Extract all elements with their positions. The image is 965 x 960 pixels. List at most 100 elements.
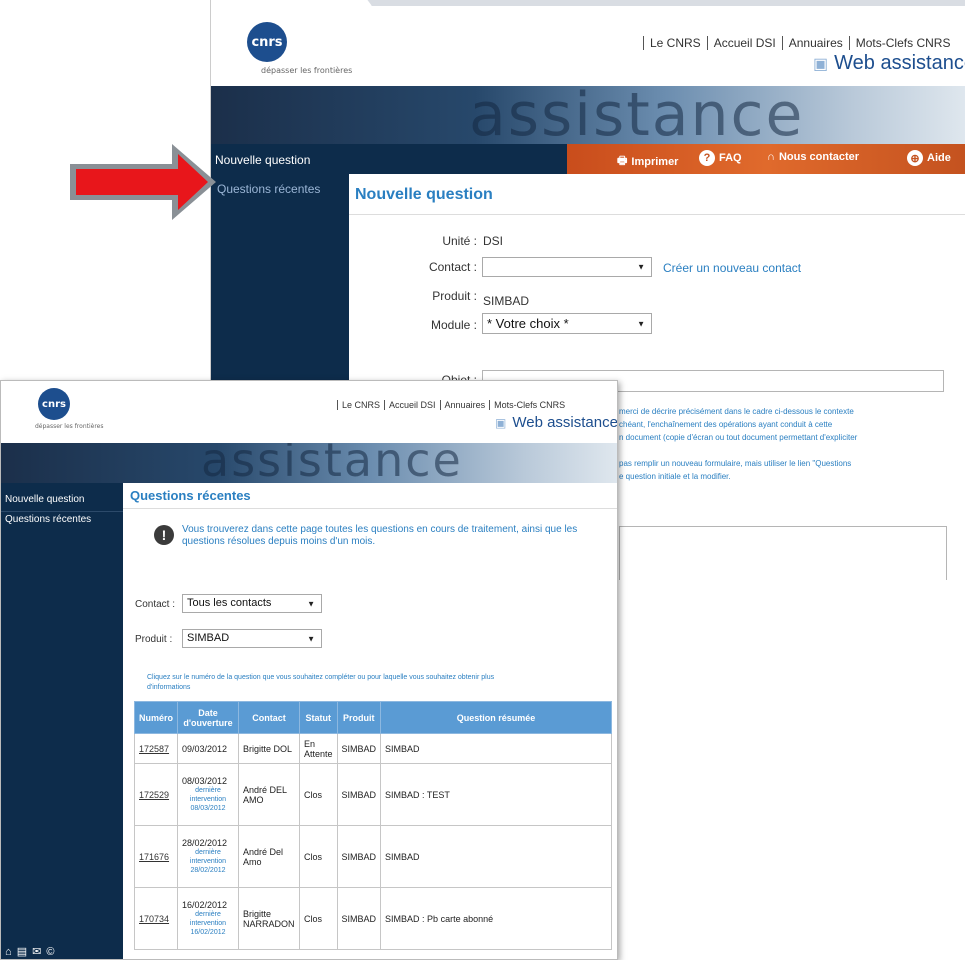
cell-number: 171676 xyxy=(134,825,178,888)
sidebar-item-new-question-top[interactable]: Nouvelle question xyxy=(215,153,310,167)
help-line: pas remplir un nouveau formulaire, mais … xyxy=(619,459,852,468)
product-filter-value: SIMBAD xyxy=(187,632,230,644)
info-line: Vous trouverez dans cette page toutes le… xyxy=(182,524,578,535)
cell-summary: SIMBAD : Pb carte abonné xyxy=(380,887,612,950)
footer-icons[interactable]: ⌂ ▤ ✉ © xyxy=(5,945,56,958)
lock-icon: ▣ xyxy=(813,56,829,73)
contact-label: Nous contacter xyxy=(778,151,860,163)
chevron-down-icon: ▼ xyxy=(307,599,315,608)
contact-button[interactable]: ∩ Nous contacter xyxy=(767,151,859,163)
note-line: d'informations xyxy=(147,684,191,691)
col-header-date[interactable]: Date d'ouverture xyxy=(177,701,239,734)
cell-date: 16/02/2012 dernière intervention 16/02/2… xyxy=(177,887,239,950)
cell-summary: SIMBAD : TEST xyxy=(380,763,612,826)
unit-label: Unité : xyxy=(442,234,477,248)
cell-number: 170734 xyxy=(134,887,178,950)
faq-button[interactable]: ? FAQ xyxy=(699,150,742,166)
last-intervention-date: 28/02/2012 xyxy=(190,867,226,874)
question-number-link[interactable]: 172529 xyxy=(139,790,169,800)
table-row: 172587 09/03/2012 Brigitte DOL En Attent… xyxy=(134,733,612,764)
contact-filter-select[interactable]: Tous les contacts ▼ xyxy=(182,594,322,613)
cell-contact: Brigitte DOL xyxy=(238,733,300,764)
help-label: Aide xyxy=(927,152,951,164)
cell-status: Clos xyxy=(299,825,338,888)
create-contact-link[interactable]: Créer un nouveau contact xyxy=(663,261,801,275)
unit-value: DSI xyxy=(483,234,504,248)
contact-select[interactable]: ▼ xyxy=(482,257,652,277)
link-le-cnrs[interactable]: Le CNRS xyxy=(337,400,384,410)
banner-word: assistance xyxy=(201,443,463,483)
help-line: chéant, l'enchaînement des opérations ay… xyxy=(619,420,833,429)
sidebar-item-new-question[interactable]: Nouvelle question xyxy=(1,483,123,505)
open-date: 08/03/2012 xyxy=(182,776,228,786)
help-button[interactable]: ⊕ Aide xyxy=(907,150,951,166)
last-intervention-label: intervention xyxy=(189,858,227,865)
help-line: n document (copie d'écran ou tout docume… xyxy=(619,433,858,442)
help-line xyxy=(619,444,964,457)
sidebar-item-recent-questions[interactable]: Questions récentes xyxy=(1,512,123,525)
sidebar: Nouvelle question Questions récentes ⌂ ▤… xyxy=(1,483,123,959)
last-intervention-label: dernière xyxy=(195,787,221,794)
link-le-cnrs[interactable]: Le CNRS xyxy=(643,36,707,50)
link-accueil-dsi[interactable]: Accueil DSI xyxy=(384,400,440,410)
link-mots-clefs[interactable]: Mots-Clefs CNRS xyxy=(489,400,569,410)
cnrs-logo-icon[interactable]: cnrs xyxy=(247,22,287,62)
printer-icon: 🖶 xyxy=(617,155,628,167)
chevron-down-icon: ▼ xyxy=(637,262,645,272)
col-header-number[interactable]: Numéro xyxy=(134,701,178,734)
cnrs-logo-icon[interactable]: cnrs xyxy=(38,388,70,420)
cell-status: Clos xyxy=(299,763,338,826)
question-number-link[interactable]: 172587 xyxy=(139,744,169,754)
cell-date: 28/02/2012 dernière intervention 28/02/2… xyxy=(177,825,239,888)
product-filter-select[interactable]: SIMBAD ▼ xyxy=(182,629,322,648)
table-header-row: Numéro Date d'ouverture Contact Statut P… xyxy=(134,701,612,734)
col-header-summary[interactable]: Question résumée xyxy=(380,701,612,734)
print-button[interactable]: 🖶 Imprimer xyxy=(617,152,678,171)
cell-product: SIMBAD xyxy=(336,733,382,764)
last-intervention-label: dernière xyxy=(195,911,221,918)
info-line: questions résolues depuis moins d'un moi… xyxy=(182,536,376,547)
description-textarea[interactable] xyxy=(619,526,947,580)
cell-product: SIMBAD xyxy=(336,763,382,826)
info-text: Vous trouverez dans cette page toutes le… xyxy=(182,524,602,548)
front-window-recent-questions: cnrs dépasser les frontières Le CNRS Acc… xyxy=(0,380,618,960)
web-assistance-label: Web assistance xyxy=(512,414,618,431)
link-annuaires[interactable]: Annuaires xyxy=(439,400,490,410)
top-links: Le CNRS Accueil DSI Annuaires Mots-Clefs… xyxy=(337,400,569,410)
print-label: Imprimer xyxy=(631,155,679,168)
help-line: merci de décrire précisément dans le cad… xyxy=(619,407,854,416)
banner: assistance xyxy=(1,443,617,483)
product-label: Produit : xyxy=(135,634,173,645)
logo-tagline: dépasser les frontières xyxy=(261,66,353,75)
col-header-product[interactable]: Produit xyxy=(336,701,382,734)
cell-summary: SIMBAD xyxy=(380,825,612,888)
lock-icon: ▣ xyxy=(495,416,507,430)
table-row: 172529 08/03/2012 dernière intervention … xyxy=(134,763,612,826)
module-select-value: * Votre choix * xyxy=(487,316,569,331)
web-assistance-label: Web assistance xyxy=(834,52,965,74)
info-icon: ! xyxy=(154,525,174,545)
table-row: 170734 16/02/2012 dernière intervention … xyxy=(134,887,612,950)
open-date: 16/02/2012 xyxy=(182,900,228,910)
open-date: 09/03/2012 xyxy=(182,743,228,754)
link-accueil-dsi[interactable]: Accueil DSI xyxy=(706,36,782,50)
col-header-contact[interactable]: Contact xyxy=(238,701,300,734)
question-icon: ? xyxy=(699,150,715,166)
product-value: SIMBAD xyxy=(483,294,530,308)
cell-product: SIMBAD xyxy=(336,887,382,950)
banner-word: assistance xyxy=(469,86,805,144)
link-annuaires[interactable]: Annuaires xyxy=(781,36,849,50)
col-header-status[interactable]: Statut xyxy=(299,701,338,734)
cell-summary: SIMBAD xyxy=(380,733,612,764)
sidebar-item-recent-questions[interactable]: Questions récentes xyxy=(211,174,349,196)
cell-status: Clos xyxy=(299,887,338,950)
question-number-link[interactable]: 170734 xyxy=(139,914,169,924)
module-select[interactable]: * Votre choix * ▼ xyxy=(482,313,652,334)
last-intervention-date: 16/02/2012 xyxy=(190,929,226,936)
pointer-arrow-icon xyxy=(70,144,216,220)
last-intervention-label: intervention xyxy=(189,920,227,927)
link-mots-clefs[interactable]: Mots-Clefs CNRS xyxy=(848,36,957,50)
question-number-link[interactable]: 171676 xyxy=(139,852,169,862)
last-intervention-label: dernière xyxy=(195,849,221,856)
chevron-down-icon: ▼ xyxy=(637,319,645,328)
